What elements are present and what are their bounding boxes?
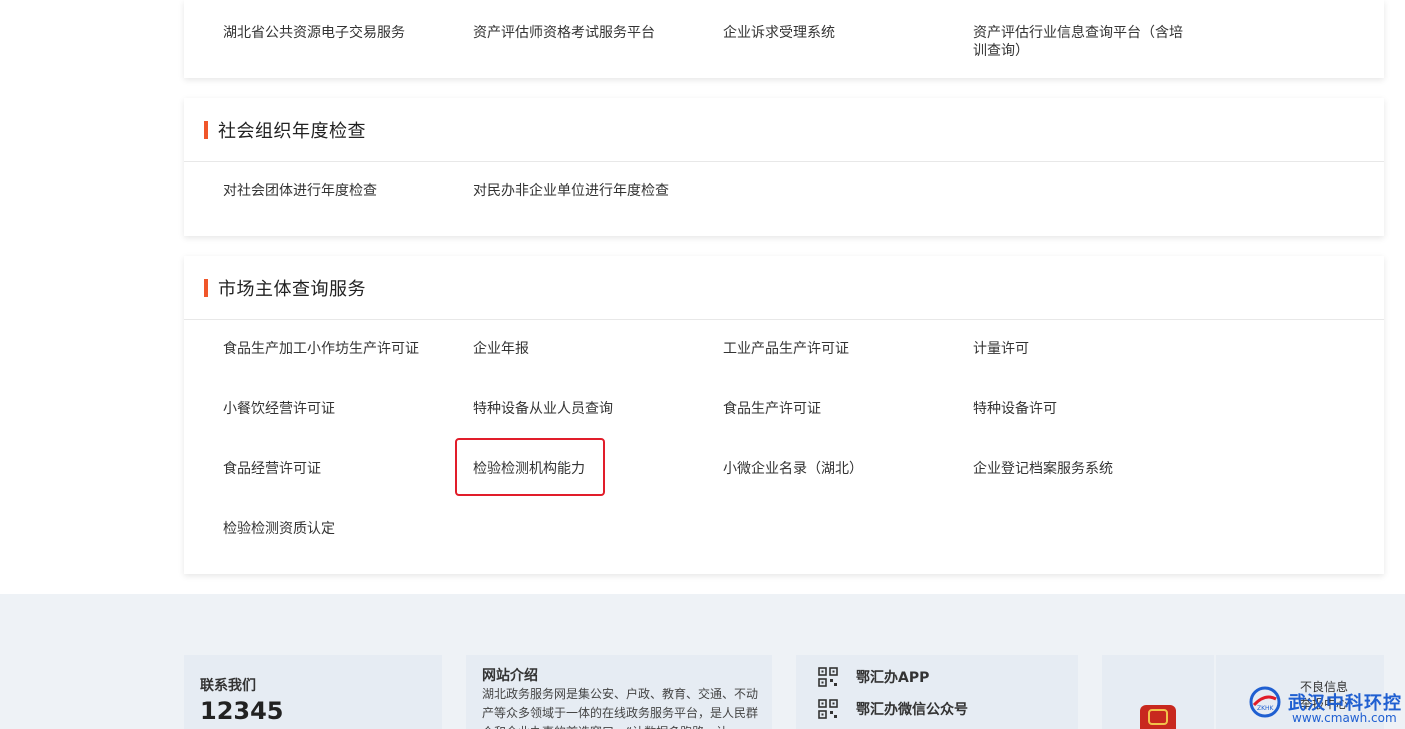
gov-badge-box[interactable] xyxy=(1102,655,1214,729)
services-card-top: 湖北省公共资源电子交易服务 资产评估师资格考试服务平台 企业诉求受理系统 资产评… xyxy=(184,0,1384,78)
app-link[interactable]: 鄂汇办APP xyxy=(818,667,929,687)
service-link[interactable]: 资产评估师资格考试服务平台 xyxy=(473,24,703,42)
site-intro-box: 网站介绍 湖北政务服务网是集公安、户政、教育、交通、不动产等众多领域于一体的在线… xyxy=(466,655,772,729)
service-link[interactable]: 工业产品生产许可证 xyxy=(723,340,953,358)
intro-text: 湖北政务服务网是集公安、户政、教育、交通、不动产等众多领域于一体的在线政务服务平… xyxy=(482,687,759,729)
service-link[interactable]: 食品生产加工小作坊生产许可证 xyxy=(223,340,453,358)
service-link[interactable]: 食品生产许可证 xyxy=(723,400,953,418)
wechat-link[interactable]: 鄂汇办微信公众号 xyxy=(818,699,968,719)
watermark-url: www.cmawh.com xyxy=(1292,711,1397,725)
service-link[interactable]: 对民办非企业单位进行年度检查 xyxy=(473,182,703,200)
globe-logo-icon: ZKHK xyxy=(1249,686,1281,718)
party-emblem-icon xyxy=(1140,705,1176,729)
service-link[interactable]: 检验检测资质认定 xyxy=(223,520,453,538)
intro-title: 网站介绍 xyxy=(482,668,538,684)
section-title: 市场主体查询服务 xyxy=(218,278,366,300)
service-link[interactable]: 企业年报 xyxy=(473,340,703,358)
service-link[interactable]: 资产评估行业信息查询平台（含培训查询） xyxy=(973,24,1189,60)
service-link[interactable]: 湖北省公共资源电子交易服务 xyxy=(223,24,453,42)
card-header: 市场主体查询服务 xyxy=(184,256,1384,320)
svg-text:ZKHK: ZKHK xyxy=(1257,705,1275,712)
service-link[interactable]: 小微企业名录（湖北） xyxy=(723,460,953,478)
market-entity-card: 市场主体查询服务 食品生产加工小作坊生产许可证 企业年报 工业产品生产许可证 计… xyxy=(184,256,1384,574)
qr-code-icon xyxy=(818,667,838,687)
accent-bar xyxy=(204,120,208,139)
emblem-inner xyxy=(1148,709,1168,725)
qr-code-icon xyxy=(818,699,838,719)
service-link[interactable]: 计量许可 xyxy=(973,340,1203,358)
service-link[interactable]: 企业登记档案服务系统 xyxy=(973,460,1203,478)
site-footer: 联系我们 12345 网站介绍 湖北政务服务网是集公安、户政、教育、交通、不动产… xyxy=(0,594,1405,729)
section-title: 社会组织年度检查 xyxy=(218,120,366,142)
service-link[interactable]: 对社会团体进行年度检查 xyxy=(223,182,453,200)
card-header: 社会组织年度检查 xyxy=(184,98,1384,162)
highlight-annotation xyxy=(455,438,605,496)
accent-bar xyxy=(204,278,208,297)
service-link[interactable]: 食品经营许可证 xyxy=(223,460,453,478)
contact-number: 12345 xyxy=(200,697,284,725)
annual-inspection-card: 社会组织年度检查 对社会团体进行年度检查 对民办非企业单位进行年度检查 xyxy=(184,98,1384,236)
service-link[interactable]: 特种设备从业人员查询 xyxy=(473,400,703,418)
service-link[interactable]: 企业诉求受理系统 xyxy=(723,24,953,42)
service-link[interactable]: 小餐饮经营许可证 xyxy=(223,400,453,418)
contact-box: 联系我们 12345 xyxy=(184,655,442,729)
contact-label: 联系我们 xyxy=(200,678,256,694)
apps-box: 鄂汇办APP 鄂汇办微信公众号 xyxy=(796,655,1078,729)
app-label: 鄂汇办APP xyxy=(856,670,930,686)
service-link[interactable]: 特种设备许可 xyxy=(973,400,1203,418)
wechat-label: 鄂汇办微信公众号 xyxy=(856,702,968,718)
watermark: ZKHK 武汉中科环控 www.cmawh.com xyxy=(1248,677,1405,729)
